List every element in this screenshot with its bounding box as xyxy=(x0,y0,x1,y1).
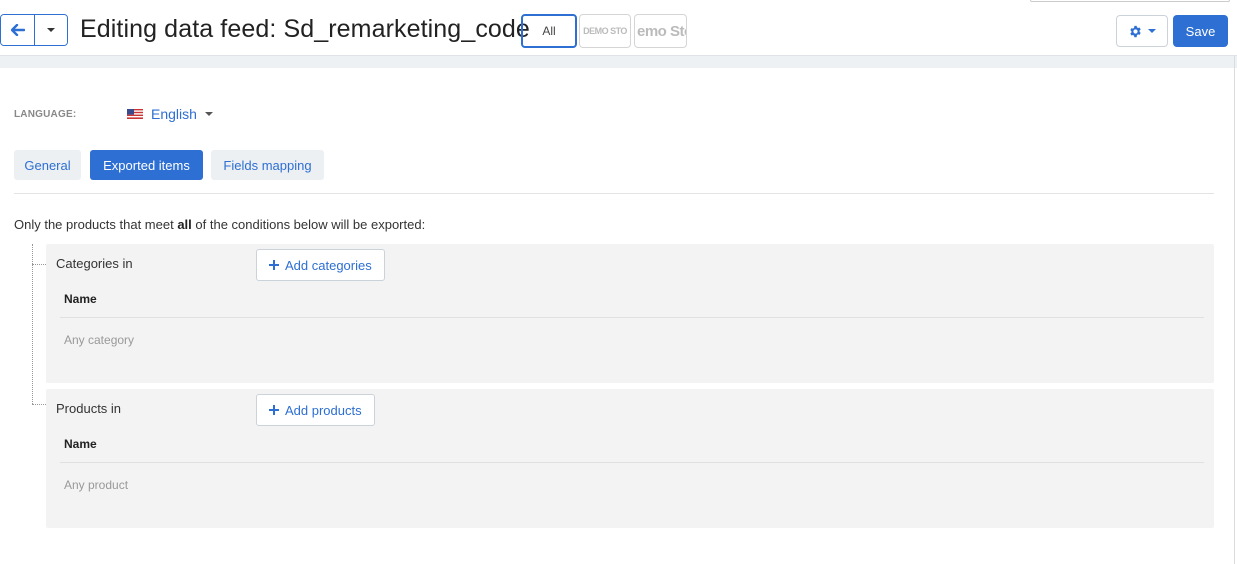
empty-placeholder: Any category xyxy=(64,333,135,347)
store-filter-demo-logo[interactable]: DEMO STO xyxy=(579,14,631,48)
arrow-left-icon xyxy=(10,24,25,36)
tab-fields-mapping[interactable]: Fields mapping xyxy=(211,150,324,180)
top-toolbar: Editing data feed: Sd_remarketing_code A… xyxy=(0,0,1237,56)
language-label: LANGUAGE: xyxy=(14,109,77,120)
top-search-edge xyxy=(1030,0,1230,2)
language-select[interactable]: English xyxy=(127,106,213,122)
add-products-button[interactable]: Add products xyxy=(256,394,375,426)
column-divider xyxy=(60,317,1204,318)
us-flag-icon xyxy=(127,109,143,119)
conditions-tree-line xyxy=(32,244,33,404)
column-divider xyxy=(60,462,1204,463)
back-button[interactable] xyxy=(1,15,34,45)
condition-title: Products in xyxy=(56,401,122,416)
language-selected-label: English xyxy=(151,106,197,122)
condition-title: Categories in xyxy=(56,256,133,271)
add-products-label: Add products xyxy=(285,402,362,418)
chevron-down-icon xyxy=(204,112,213,116)
plus-icon xyxy=(269,405,279,415)
content-right-border xyxy=(1234,56,1235,564)
chevron-down-icon xyxy=(1147,29,1156,33)
settings-dropdown-button[interactable] xyxy=(1116,15,1168,47)
plus-icon xyxy=(269,260,279,270)
tree-connector xyxy=(32,264,46,265)
header-divider xyxy=(0,56,1237,68)
history-dropdown-button[interactable] xyxy=(34,15,67,45)
chevron-down-icon xyxy=(47,28,55,32)
add-categories-button[interactable]: Add categories xyxy=(256,249,385,281)
back-nav-group xyxy=(0,14,68,46)
condition-categories: Categories in Add categories Name Any ca… xyxy=(46,244,1214,383)
save-button[interactable]: Save xyxy=(1173,15,1228,47)
conditions-intro: Only the products that meet all of the c… xyxy=(14,217,426,232)
condition-products: Products in Add products Name Any produc… xyxy=(46,389,1214,528)
tree-connector xyxy=(32,404,46,405)
empty-placeholder: Any product xyxy=(64,478,129,492)
tab-exported-items[interactable]: Exported items xyxy=(90,150,203,180)
store-filter-all[interactable]: All xyxy=(521,14,577,48)
page-title: Editing data feed: Sd_remarketing_code xyxy=(80,15,530,43)
tab-general[interactable]: General xyxy=(14,150,81,180)
column-header-name: Name xyxy=(64,292,97,306)
tabs-divider xyxy=(14,193,1214,194)
column-header-name: Name xyxy=(64,437,97,451)
store-filter-demo-store[interactable]: emo Sto xyxy=(634,14,687,48)
add-categories-label: Add categories xyxy=(285,257,372,273)
gear-icon xyxy=(1129,25,1141,37)
